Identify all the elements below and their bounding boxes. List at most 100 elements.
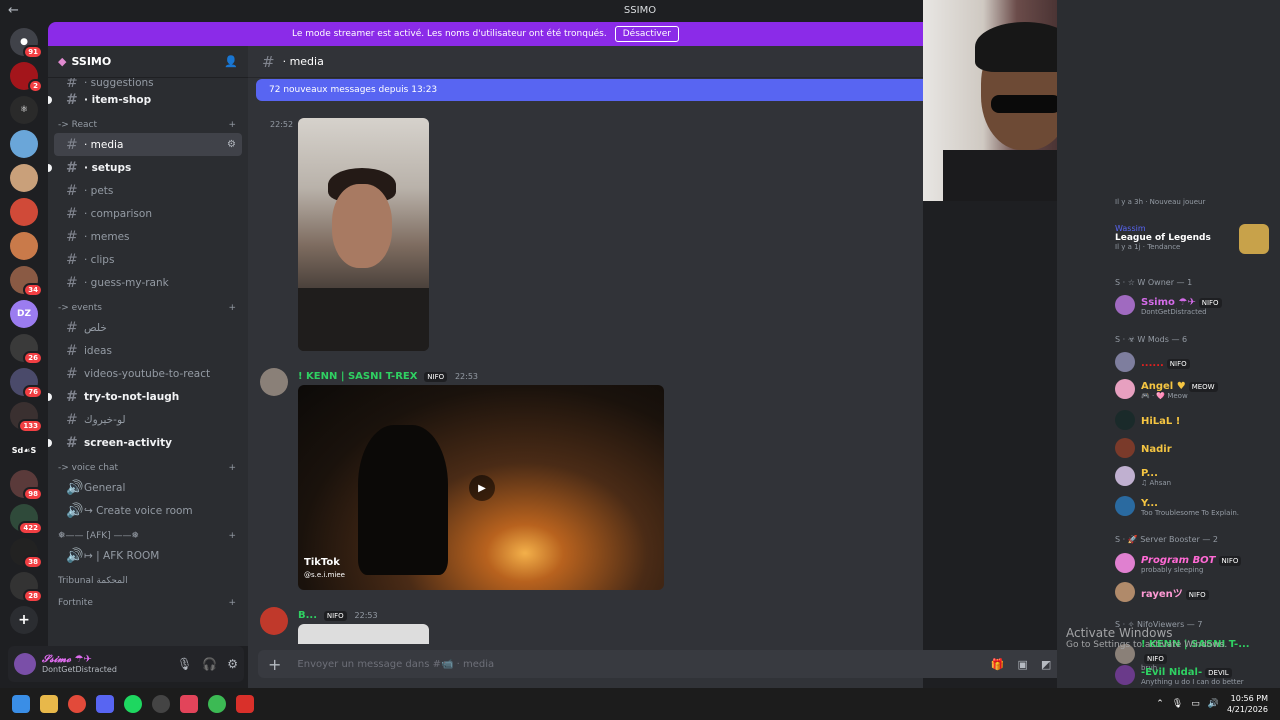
invite-icon[interactable]: 👤 — [224, 55, 238, 68]
channel-clips[interactable]: # · clips — [54, 248, 242, 271]
discord-icon[interactable] — [96, 695, 114, 713]
server-header[interactable]: ◆ SSIMO 👤 — [48, 46, 248, 78]
hash-icon: # — [66, 434, 78, 451]
add-channel-icon[interactable]: + — [228, 463, 236, 473]
activity-card[interactable]: Wassim League of Legends Il y a 1j · Ten… — [1115, 224, 1211, 251]
app-icon[interactable] — [236, 695, 254, 713]
member-item[interactable]: HiLaL ! — [1115, 410, 1275, 430]
windows-start-icon[interactable] — [12, 695, 30, 713]
channel-pets[interactable]: # · pets — [54, 179, 242, 202]
category-fortnite[interactable]: Fortnite + — [48, 589, 248, 611]
browser-icon[interactable] — [208, 695, 226, 713]
video-attachment[interactable] — [298, 118, 429, 351]
headphones-icon[interactable]: 🎧 — [202, 657, 217, 671]
channel-media[interactable]: # · media ⚙ — [54, 133, 242, 156]
member-item[interactable]: Angel ♥ MEOW 🎮 · 🩷 Meow — [1115, 378, 1275, 400]
category-events[interactable]: -> events + — [48, 294, 248, 316]
avatar[interactable] — [260, 368, 288, 396]
chevron-up-icon[interactable]: ⌃ — [1156, 699, 1164, 709]
server-icon[interactable]: 133 — [10, 402, 43, 433]
video-embed[interactable]: ▶ TikTok @s.e.i.miee — [298, 385, 664, 590]
gif-icon[interactable]: ▣ — [1018, 658, 1028, 671]
add-channel-icon[interactable]: + — [228, 598, 236, 608]
image-attachment[interactable] — [298, 624, 429, 644]
webcam-frame — [943, 150, 1057, 201]
member-item[interactable]: -Evil Nidal- DEVIL Anything u do I can do … — [1115, 664, 1275, 686]
network-icon[interactable]: ▭ — [1191, 699, 1200, 709]
member-item[interactable]: rayenツ NIFO — [1115, 582, 1275, 602]
member-item[interactable]: Program BOT NIFO probably sleeping — [1115, 552, 1275, 574]
member-list: Il y a 3h · Nouveau joueur Wassim League… — [1057, 0, 1280, 688]
channel-comparison[interactable]: # · comparison — [54, 202, 242, 225]
server-icon[interactable]: Sd☙S — [10, 436, 38, 464]
channel-screen-activity[interactable]: # screen-activity — [48, 431, 242, 454]
member-status: probably sleeping — [1141, 566, 1204, 574]
file-explorer-icon[interactable] — [40, 695, 58, 713]
member-item[interactable]: P... ♫ Ahsan — [1115, 465, 1275, 487]
new-messages-bar[interactable]: 72 nouveaux messages depuis 13:23 — [256, 79, 926, 101]
channel-guess-my-rank[interactable]: # · guess-my-rank — [54, 271, 242, 294]
channel-memes[interactable]: # · memes — [54, 225, 242, 248]
channel-khalas[interactable]: # خلص — [54, 316, 242, 339]
discord-home-icon[interactable]: ● 91 — [10, 28, 43, 59]
volume-icon[interactable]: 🔊 — [1208, 699, 1219, 709]
chrome-icon[interactable] — [68, 695, 86, 713]
category-react[interactable]: -> React + — [48, 111, 248, 133]
category-tribunal[interactable]: Tribunal المحكمة — [48, 567, 248, 589]
server-icon[interactable] — [10, 130, 38, 158]
disable-streamer-button[interactable]: Désactiver — [614, 26, 679, 42]
server-icon[interactable]: 98 — [10, 470, 43, 501]
channel-settings-icon[interactable]: ⚙ — [227, 139, 236, 150]
microphone-icon[interactable]: 🎙 — [177, 657, 192, 671]
avatar — [1115, 438, 1135, 458]
voice-channel-create[interactable]: 🔊 ↪ Create voice room — [54, 499, 242, 522]
server-icon[interactable]: 28 — [10, 572, 43, 603]
sticker-icon[interactable]: ◩ — [1041, 658, 1051, 671]
gear-icon[interactable]: ⚙ — [227, 657, 238, 671]
avatar[interactable] — [260, 607, 288, 635]
obs-icon[interactable] — [152, 695, 170, 713]
channel-would-you-rather[interactable]: # لو-خيروك — [54, 408, 242, 431]
composer-placeholder[interactable]: Envoyer un message dans #📹 · media — [297, 659, 494, 670]
server-icon[interactable]: 2 — [10, 62, 43, 93]
spotify-icon[interactable] — [124, 695, 142, 713]
member-item[interactable]: ...... NIFO — [1115, 352, 1275, 372]
tiktok-live-icon[interactable] — [180, 695, 198, 713]
server-icon[interactable] — [10, 232, 38, 260]
voice-channel-afk-room[interactable]: 🔊 ↦ | AFK ROOM — [54, 544, 242, 567]
member-item[interactable]: Nadir — [1115, 438, 1275, 458]
channel-setups[interactable]: # · setups — [48, 156, 242, 179]
add-attachment-icon[interactable]: + — [268, 655, 281, 674]
server-icon[interactable]: 38 — [10, 538, 43, 569]
message-author[interactable]: B... — [298, 610, 317, 621]
message-composer[interactable]: + Envoyer un message dans #📹 · media 🎁 ▣… — [258, 650, 1108, 678]
channel-suggestions[interactable]: # · suggestions — [54, 78, 242, 88]
server-icon[interactable]: 422 — [10, 504, 43, 535]
server-icon[interactable] — [10, 198, 38, 226]
channel-ideas[interactable]: # ideas — [54, 339, 242, 362]
voice-channel-general[interactable]: 🔊 General — [54, 476, 242, 499]
clock[interactable]: 10:56 PM 4/21/2026 — [1227, 693, 1268, 715]
play-icon[interactable]: ▶ — [469, 475, 495, 501]
category-voice-chat[interactable]: -> voice chat + — [48, 454, 248, 476]
avatar[interactable] — [14, 653, 36, 675]
microphone-icon[interactable]: 🎙 — [1172, 699, 1183, 709]
member-item[interactable]: Y... Too Troublesome To Explain. — [1115, 495, 1275, 517]
category-afk[interactable]: ❅—— [AFK] ——❅ + — [48, 522, 248, 544]
add-channel-icon[interactable]: + — [228, 120, 236, 130]
server-icon[interactable]: 26 — [10, 334, 43, 365]
member-item[interactable]: Ssimo ☂✈ NIFO DontGetDistracted — [1115, 294, 1275, 316]
channel-item-shop[interactable]: # · item-shop — [48, 88, 242, 111]
message-author[interactable]: ! KENN | SASNI T-REX — [298, 371, 417, 382]
add-channel-icon[interactable]: + — [228, 303, 236, 313]
server-icon[interactable]: 34 — [10, 266, 43, 297]
channel-videos-youtube[interactable]: # videos-youtube-to-react — [54, 362, 242, 385]
server-icon[interactable] — [10, 164, 38, 192]
server-icon[interactable]: 76 — [10, 368, 43, 399]
channel-try-to-not-laugh[interactable]: # try-to-not-laugh — [48, 385, 242, 408]
add-server-icon[interactable]: + — [10, 606, 38, 634]
server-icon[interactable]: DZ — [10, 300, 38, 328]
server-icon[interactable]: ⚛ — [10, 96, 38, 124]
gift-icon[interactable]: 🎁 — [991, 658, 1005, 671]
add-channel-icon[interactable]: + — [228, 531, 236, 541]
